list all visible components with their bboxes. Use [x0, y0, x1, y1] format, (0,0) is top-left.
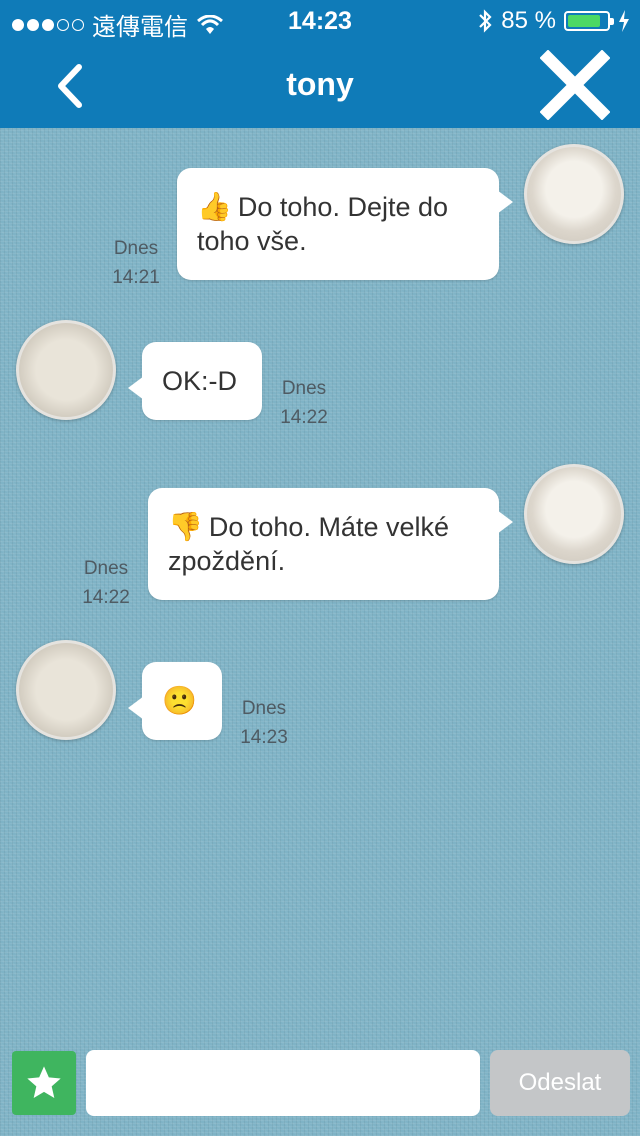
message-timestamp: Dnes 14:21 — [104, 234, 168, 292]
message-timestamp: Dnes 14:22 — [272, 374, 336, 432]
timestamp-time: 14:22 — [280, 407, 328, 428]
timestamp-time: 14:23 — [240, 727, 288, 748]
message-bubble[interactable]: 👍 Do toho. Dejte do toho vše. — [177, 168, 513, 280]
message-bubble[interactable]: OK:-D — [128, 342, 262, 420]
star-icon — [27, 1066, 61, 1098]
timestamp-time: 14:21 — [112, 267, 160, 288]
timestamp-day: Dnes — [241, 698, 287, 719]
message-bubble[interactable]: 👎 Do toho. Máte velké zpoždění. — [148, 488, 513, 600]
message-timestamp: Dnes 14:23 — [232, 694, 296, 752]
timestamp-day: Dnes — [281, 378, 327, 399]
message-input[interactable] — [86, 1050, 480, 1116]
timestamp-time: 14:22 — [82, 587, 130, 608]
favorites-button[interactable] — [12, 1051, 76, 1115]
send-button[interactable]: Odeslat — [490, 1050, 630, 1116]
frowning-face-icon: 🙁 — [162, 685, 197, 716]
top-bar: 遠傳電信 14:23 85 % tony — [0, 0, 640, 128]
message-text: Do toho. Máte velké zpoždění. — [168, 512, 450, 576]
battery-percent: 85 % — [501, 7, 556, 34]
timestamp-day: Dnes — [83, 558, 129, 579]
avatar-me[interactable] — [524, 464, 624, 564]
charging-icon — [619, 10, 629, 32]
status-right: 85 % — [477, 7, 630, 35]
thumbs-down-icon: 👎 — [168, 511, 203, 542]
timestamp-day: Dnes — [113, 238, 159, 259]
battery-level — [568, 15, 601, 27]
close-icon — [539, 49, 611, 121]
message-bubble[interactable]: 🙁 — [128, 662, 222, 740]
bluetooth-icon — [479, 9, 492, 33]
message-text: Do toho. Dejte do toho vše. — [197, 192, 449, 256]
message-timestamp: Dnes 14:22 — [74, 554, 138, 612]
message-input-bar: Odeslat — [0, 1040, 640, 1136]
thumbs-up-icon: 👍 — [197, 191, 232, 222]
avatar-contact[interactable] — [16, 320, 116, 420]
close-button[interactable] — [539, 49, 611, 121]
status-bar: 遠傳電信 14:23 85 % — [0, 0, 640, 41]
avatar-contact[interactable] — [16, 640, 116, 740]
avatar-me[interactable] — [524, 144, 624, 244]
battery-icon — [564, 11, 614, 31]
message-text: OK:-D — [162, 366, 238, 396]
